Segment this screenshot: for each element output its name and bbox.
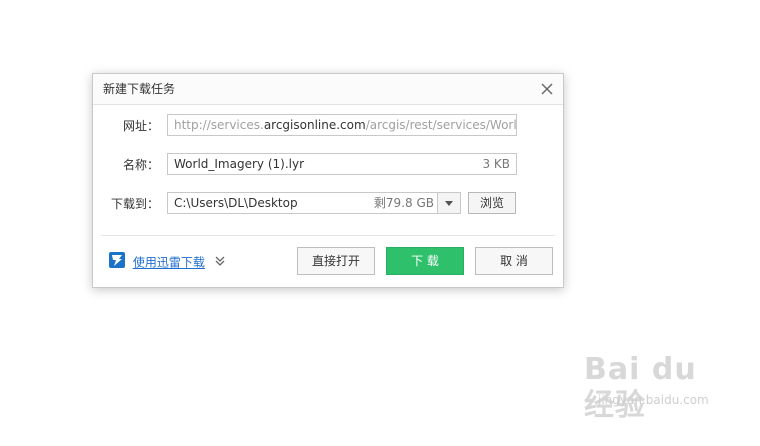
divider [101, 235, 555, 236]
path-row: 下载到： C:\Users\DL\Desktop 剩79.8 GB 浏览 [93, 192, 563, 218]
open-directly-button[interactable]: 直接打开 [297, 247, 375, 275]
close-icon[interactable] [537, 79, 557, 99]
path-label: 下载到： [110, 197, 159, 211]
name-label: 名称： [122, 158, 159, 172]
watermark-text: Bai du 经验 [584, 352, 697, 423]
save-path-select[interactable]: C:\Users\DL\Desktop 剩79.8 GB [167, 192, 461, 214]
baidu-watermark: Bai du 经验 jingyan.baidu.com [584, 352, 734, 423]
watermark-sub: jingyan.baidu.com [598, 393, 709, 407]
url-row: 网址： http://services.arcgisonline.com/arc… [93, 114, 563, 140]
download-button[interactable]: 下 载 [386, 247, 464, 275]
filename-value: World_Imagery (1).lyr [174, 157, 305, 171]
url-input[interactable]: http://services.arcgisonline.com/arcgis/… [167, 114, 517, 136]
free-space: 剩79.8 GB [373, 196, 434, 210]
download-dialog: 新建下载任务 网址： http://services.arcgisonline.… [92, 73, 564, 288]
thunder-logo-icon [109, 252, 125, 273]
name-row: 名称： World_Imagery (1).lyr 3 KB [93, 153, 563, 179]
dialog-titlebar: 新建下载任务 [93, 74, 563, 105]
save-path-value: C:\Users\DL\Desktop [174, 196, 298, 210]
cancel-button[interactable]: 取 消 [475, 247, 553, 275]
double-chevron-down-icon[interactable] [215, 254, 225, 272]
url-suffix: /arcgis/rest/services/World [365, 118, 517, 132]
dialog-title: 新建下载任务 [103, 82, 176, 96]
url-host: arcgisonline.com [263, 118, 366, 132]
filename-input[interactable]: World_Imagery (1).lyr 3 KB [167, 153, 517, 175]
url-label: 网址： [122, 119, 159, 133]
url-prefix: http://services. [174, 118, 264, 132]
file-size: 3 KB [482, 157, 510, 171]
thunder-download-link[interactable]: 使用迅雷下载 [109, 252, 225, 270]
browse-button[interactable]: 浏览 [468, 192, 516, 214]
dropdown-arrow-icon[interactable] [437, 193, 460, 213]
thunder-link-text[interactable]: 使用迅雷下载 [133, 256, 205, 270]
